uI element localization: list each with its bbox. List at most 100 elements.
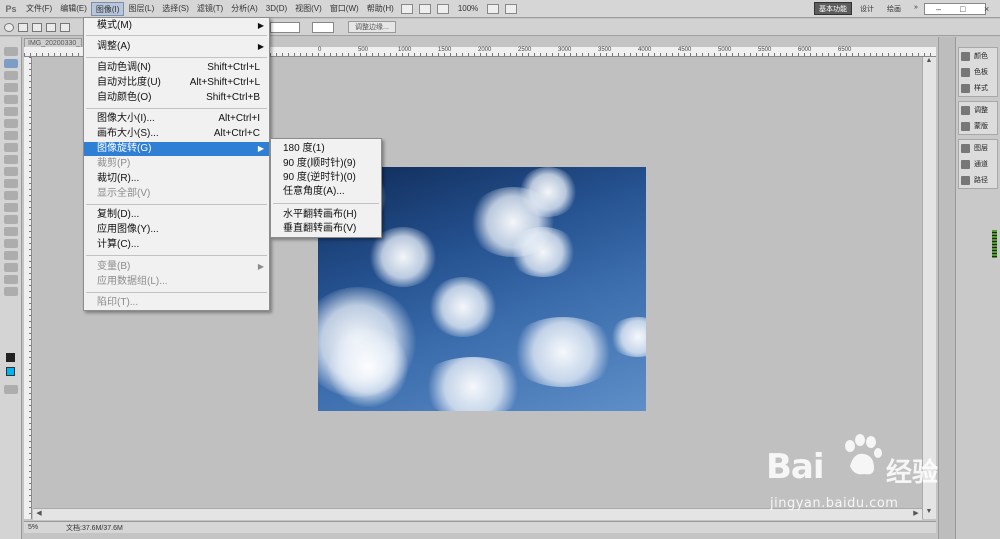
scroll-up-icon[interactable]: ▲ [923, 57, 935, 68]
menu-item-adjust[interactable]: 调整(A) ▶ [84, 40, 269, 54]
quick-select-tool-icon[interactable] [3, 71, 18, 80]
quick-mask-icon[interactable] [4, 385, 18, 394]
foreground-color-swatch[interactable] [6, 367, 15, 376]
paths-panel-icon [961, 175, 970, 185]
clone-stamp-icon[interactable] [3, 131, 18, 140]
panel-styles[interactable]: 样式 [959, 80, 997, 96]
style-field[interactable] [312, 21, 334, 33]
menu-item-apply-data-set[interactable]: 应用数据组(L)... [84, 275, 269, 289]
menu-help[interactable]: 帮助(H) [363, 2, 398, 16]
workspace-design[interactable]: 设计 [860, 4, 874, 14]
cs-live-search[interactable] [924, 3, 986, 15]
arrange-documents-button[interactable] [487, 3, 500, 14]
panel-channels[interactable]: 通道 [959, 156, 997, 172]
minimize-button[interactable]: – [936, 4, 941, 14]
default-colors-icon[interactable] [6, 353, 15, 362]
menu-item-reveal-all[interactable]: 显示全部(V) [84, 187, 269, 201]
panel-color[interactable]: 颜色 [959, 48, 997, 64]
adjustments-panel-icon [961, 105, 970, 115]
rotate-180[interactable]: 180 度(1) [271, 142, 381, 156]
menu-edit[interactable]: 编辑(E) [56, 2, 91, 16]
feather-field[interactable] [270, 21, 300, 33]
menu-view[interactable]: 视图(V) [291, 2, 326, 16]
panel-paths[interactable]: 路径 [959, 172, 997, 188]
menu-filter[interactable]: 滤镜(T) [193, 2, 227, 16]
menu-layer[interactable]: 图层(L) [124, 2, 158, 16]
3d-orbit-tool-icon[interactable] [3, 263, 18, 272]
lasso-preset-icon[interactable] [4, 22, 14, 32]
path-select-tool-icon[interactable] [3, 227, 18, 236]
crop-tool-icon[interactable] [3, 83, 18, 92]
pen-tool-icon[interactable] [3, 203, 18, 212]
ruler-label: 1000 [398, 47, 412, 53]
panel-swatches[interactable]: 色板 [959, 64, 997, 80]
add-selection-icon[interactable] [32, 22, 42, 32]
new-selection-icon[interactable] [18, 22, 28, 32]
zoom-level[interactable]: 100% [452, 4, 484, 13]
flip-canvas-horizontal[interactable]: 水平翻转画布(H) [271, 208, 381, 222]
menu-3d[interactable]: 3D(D) [262, 2, 291, 16]
menu-analysis[interactable]: 分析(A) [227, 2, 262, 16]
status-zoom[interactable]: 5% [24, 524, 52, 531]
menu-item-image-size[interactable]: 图像大小(I)... Alt+Ctrl+I [84, 112, 269, 126]
menu-item-auto-tone[interactable]: 自动色调(N) Shift+Ctrl+L [84, 61, 269, 75]
close-button[interactable]: × [984, 4, 989, 14]
menu-item-duplicate[interactable]: 复制(D)... [84, 208, 269, 222]
panel-masks[interactable]: 蒙版 [959, 118, 997, 134]
menu-item-trim[interactable]: 裁切(R)... [84, 172, 269, 186]
menu-item-canvas-size[interactable]: 画布大小(S)... Alt+Ctrl+C [84, 127, 269, 141]
scroll-left-icon[interactable]: ◀ [33, 509, 45, 520]
menu-select[interactable]: 选择(S) [158, 2, 193, 16]
panel-adjustments[interactable]: 调整 [959, 102, 997, 118]
ruler-label: 6000 [798, 47, 812, 53]
menu-item-trap[interactable]: 陷印(T)... [84, 296, 269, 310]
gradient-tool-icon[interactable] [3, 167, 18, 176]
type-tool-icon[interactable] [3, 215, 18, 224]
zoom-tool-icon[interactable] [3, 287, 18, 296]
view-extras-button[interactable] [436, 3, 449, 14]
menu-file[interactable]: 文件(F) [22, 2, 56, 16]
shape-tool-icon[interactable] [3, 239, 18, 248]
menu-item-image-rotation[interactable]: 图像旋转(G) ▶ [84, 142, 269, 156]
menu-item-auto-contrast[interactable]: 自动对比度(U) Alt+Shift+Ctrl+L [84, 76, 269, 90]
rotate-90-ccw[interactable]: 90 度(逆时针)(0) [271, 171, 381, 185]
panel-layers[interactable]: 图层 [959, 140, 997, 156]
dodge-tool-icon[interactable] [3, 191, 18, 200]
hand-tool-icon[interactable] [3, 275, 18, 284]
menu-window[interactable]: 窗口(W) [326, 2, 363, 16]
menu-image[interactable]: 图像(I) [90, 1, 125, 16]
menu-item-variables[interactable]: 变量(B) ▶ [84, 260, 269, 274]
workspace-more-icon[interactable]: » [914, 4, 918, 11]
subtract-selection-icon[interactable] [46, 22, 56, 32]
refine-edge-button[interactable]: 调整边缘... [348, 21, 396, 33]
intersect-selection-icon[interactable] [60, 22, 70, 32]
menu-item-mode[interactable]: 模式(M) ▶ [84, 19, 269, 33]
healing-brush-icon[interactable] [3, 107, 18, 116]
color-panel-icon [961, 51, 970, 61]
menu-item-auto-color[interactable]: 自动颜色(O) Shift+Ctrl+B [84, 91, 269, 105]
image-rotation-submenu: 180 度(1) 90 度(顺时针)(9) 90 度(逆时针)(0) 任意角度(… [270, 138, 382, 238]
maximize-button[interactable]: □ [960, 4, 965, 14]
menu-item-crop[interactable]: 裁剪(P) [84, 157, 269, 171]
lasso-tool-icon[interactable] [3, 59, 18, 68]
move-tool-icon[interactable] [3, 47, 18, 56]
screen-mode-button[interactable] [505, 3, 518, 14]
history-brush-icon[interactable] [3, 143, 18, 152]
workspace-essentials-button[interactable]: 基本功能 [814, 2, 852, 15]
watermark-brand: Bai [766, 447, 825, 487]
menu-item-apply-image[interactable]: 应用图像(Y)... [84, 223, 269, 237]
flip-canvas-vertical[interactable]: 垂直翻转画布(V) [271, 222, 381, 236]
brush-tool-icon[interactable] [3, 119, 18, 128]
blur-tool-icon[interactable] [3, 179, 18, 188]
eyedropper-tool-icon[interactable] [3, 95, 18, 104]
eraser-tool-icon[interactable] [3, 155, 18, 164]
mini-bridge-button[interactable] [418, 3, 431, 14]
rotate-90-cw[interactable]: 90 度(顺时针)(9) [271, 157, 381, 171]
panel-resize-grip[interactable] [992, 230, 997, 258]
bridge-button[interactable] [400, 3, 413, 14]
3d-rotate-tool-icon[interactable] [3, 251, 18, 260]
menu-item-calculations[interactable]: 计算(C)... [84, 238, 269, 252]
workspace-painting[interactable]: 绘画 [887, 4, 901, 14]
rotate-arbitrary[interactable]: 任意角度(A)... [271, 185, 381, 199]
menu-separator [86, 108, 267, 109]
